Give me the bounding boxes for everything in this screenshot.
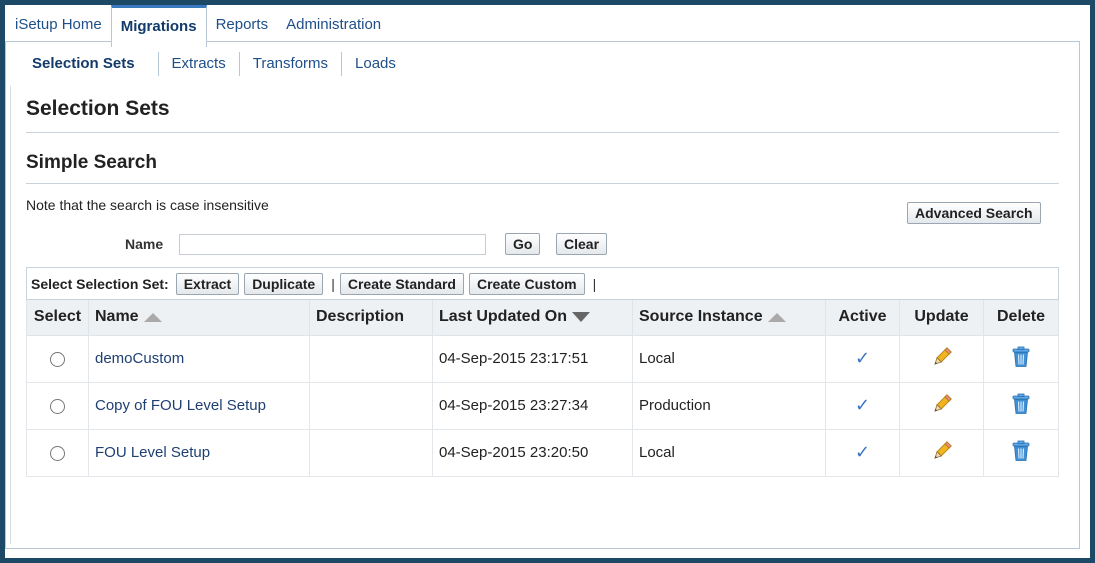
extract-button[interactable]: Extract (175, 272, 240, 295)
go-button[interactable]: Go (505, 233, 541, 255)
header-active: Active (825, 300, 900, 336)
delete-cell (983, 334, 1059, 383)
name-label: Name (125, 236, 164, 252)
sub-tabs: Selection Sets Extracts Transforms Loads (20, 52, 409, 76)
subtab-loads[interactable]: Loads (341, 52, 409, 76)
clear-button[interactable]: Clear (556, 233, 608, 255)
title-divider (26, 132, 1059, 133)
toolbar-label: Select Selection Set: (31, 275, 169, 292)
source-instance-cell: Local (632, 334, 826, 383)
select-radio[interactable] (50, 398, 65, 414)
advanced-search-button[interactable]: Advanced Search (907, 202, 1041, 224)
subtab-extracts[interactable]: Extracts (157, 52, 239, 76)
subtab-selection-sets[interactable]: Selection Sets (20, 52, 158, 76)
trash-icon[interactable] (1011, 393, 1031, 415)
header-last-updated[interactable]: Last Updated On (432, 300, 633, 336)
duplicate-button[interactable]: Duplicate (244, 272, 324, 295)
checkmark-icon: ✓ (854, 348, 871, 369)
select-cell (26, 334, 89, 383)
section-divider (26, 183, 1059, 184)
checkmark-icon: ✓ (854, 395, 871, 416)
sort-descending-icon[interactable] (572, 312, 591, 323)
source-instance-cell: Local (632, 428, 826, 477)
table-toolbar: Select Selection Set: Extract Duplicate … (26, 267, 1059, 300)
table-row: Copy of FOU Level Setup 04-Sep-2015 23:2… (26, 381, 1059, 430)
delete-cell (983, 381, 1059, 430)
name-cell: demoCustom (88, 334, 310, 383)
header-source-instance[interactable]: Source Instance (632, 300, 826, 336)
table-row: FOU Level Setup 04-Sep-2015 23:20:50 Loc… (26, 428, 1059, 477)
header-description: Description (309, 300, 433, 336)
toolbar-separator: | (331, 275, 335, 292)
update-cell (899, 334, 984, 383)
last-updated-cell: 04-Sep-2015 23:20:50 (432, 428, 633, 477)
description-cell (309, 381, 433, 430)
active-cell: ✓ (825, 381, 900, 430)
trash-icon[interactable] (1011, 346, 1031, 368)
create-standard-button[interactable]: Create Standard (339, 272, 464, 295)
active-cell: ✓ (825, 334, 900, 383)
description-cell (309, 334, 433, 383)
source-instance-cell: Production (632, 381, 826, 430)
update-cell (899, 428, 984, 477)
select-radio[interactable] (50, 351, 65, 367)
selection-sets-table: Select Name Description Last Updated On … (26, 300, 1059, 477)
create-custom-button[interactable]: Create Custom (469, 272, 585, 295)
select-cell (26, 381, 89, 430)
selection-set-link[interactable]: Copy of FOU Level Setup (95, 397, 266, 414)
selection-set-link[interactable]: demoCustom (95, 350, 184, 367)
update-cell (899, 381, 984, 430)
delete-cell (983, 428, 1059, 477)
subtab-transforms[interactable]: Transforms (238, 52, 341, 76)
pencil-icon[interactable] (931, 393, 953, 415)
page-title: Selection Sets (26, 97, 170, 120)
select-cell (26, 428, 89, 477)
sort-ascending-icon[interactable] (767, 312, 786, 322)
last-updated-cell: 04-Sep-2015 23:17:51 (432, 334, 633, 383)
last-updated-cell: 04-Sep-2015 23:27:34 (432, 381, 633, 430)
search-note: Note that the search is case insensitive (26, 197, 269, 213)
table-row: demoCustom 04-Sep-2015 23:17:51 Local ✓ (26, 334, 1059, 383)
name-cell: FOU Level Setup (88, 428, 310, 477)
active-cell: ✓ (825, 428, 900, 477)
select-radio[interactable] (50, 445, 65, 461)
selection-set-link[interactable]: FOU Level Setup (95, 444, 210, 461)
tab-migrations[interactable]: Migrations (110, 5, 207, 47)
sort-ascending-icon[interactable] (143, 312, 162, 322)
name-cell: Copy of FOU Level Setup (88, 381, 310, 430)
header-select: Select (26, 300, 89, 336)
description-cell (309, 428, 433, 477)
toolbar-separator: | (592, 275, 597, 292)
pencil-icon[interactable] (931, 440, 953, 462)
header-delete: Delete (983, 300, 1059, 336)
section-title: Simple Search (26, 152, 157, 173)
checkmark-icon: ✓ (854, 442, 871, 463)
header-name[interactable]: Name (88, 300, 310, 336)
pencil-icon[interactable] (931, 346, 953, 368)
header-update: Update (899, 300, 984, 336)
name-search-input[interactable] (179, 234, 486, 255)
trash-icon[interactable] (1011, 440, 1031, 462)
